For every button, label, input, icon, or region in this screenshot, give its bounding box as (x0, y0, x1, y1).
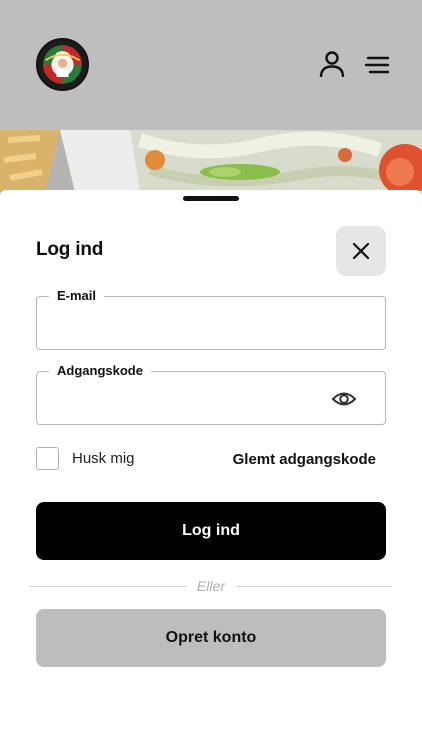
user-icon[interactable] (318, 50, 346, 78)
password-field[interactable]: Adgangskode (36, 362, 386, 425)
create-account-button[interactable]: Opret konto (36, 609, 386, 667)
divider-right (236, 586, 392, 587)
app-header (0, 0, 422, 130)
email-field[interactable]: E-mail (36, 287, 386, 350)
email-input[interactable] (53, 311, 333, 337)
hamburger-menu-icon[interactable] (364, 54, 390, 76)
sheet-grabber[interactable] (183, 196, 239, 201)
login-title: Log ind (36, 239, 104, 260)
remember-me-label: Husk mig (72, 450, 135, 467)
remember-me-checkbox[interactable] (36, 447, 59, 470)
eye-icon[interactable] (331, 388, 357, 410)
login-sheet: Log ind E-mail Adgangskode Husk mig Glem… (0, 190, 422, 750)
or-divider-label: Eller (196, 578, 225, 594)
login-button[interactable]: Log ind (36, 502, 386, 560)
password-input[interactable] (53, 386, 333, 412)
email-label: E-mail (49, 287, 105, 305)
close-icon (352, 242, 370, 260)
restaurant-logo[interactable] (36, 38, 89, 91)
remember-me[interactable]: Husk mig (36, 447, 135, 470)
divider-left (30, 586, 186, 587)
password-label: Adgangskode (49, 362, 151, 380)
food-banner-image (0, 130, 422, 192)
close-button[interactable] (336, 226, 386, 276)
forgot-password-link[interactable]: Glemt adgangskode (233, 451, 376, 468)
logo-graphic (38, 40, 87, 89)
